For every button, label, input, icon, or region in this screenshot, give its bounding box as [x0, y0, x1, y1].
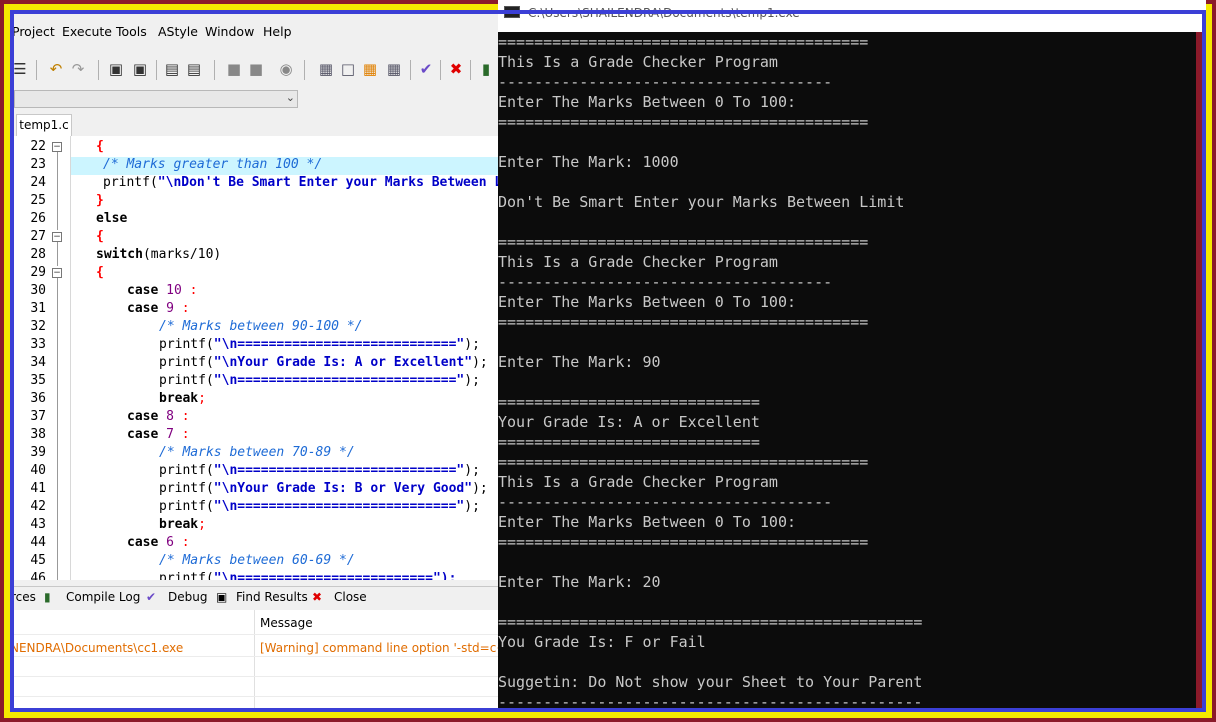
blue-frame	[10, 10, 1206, 712]
